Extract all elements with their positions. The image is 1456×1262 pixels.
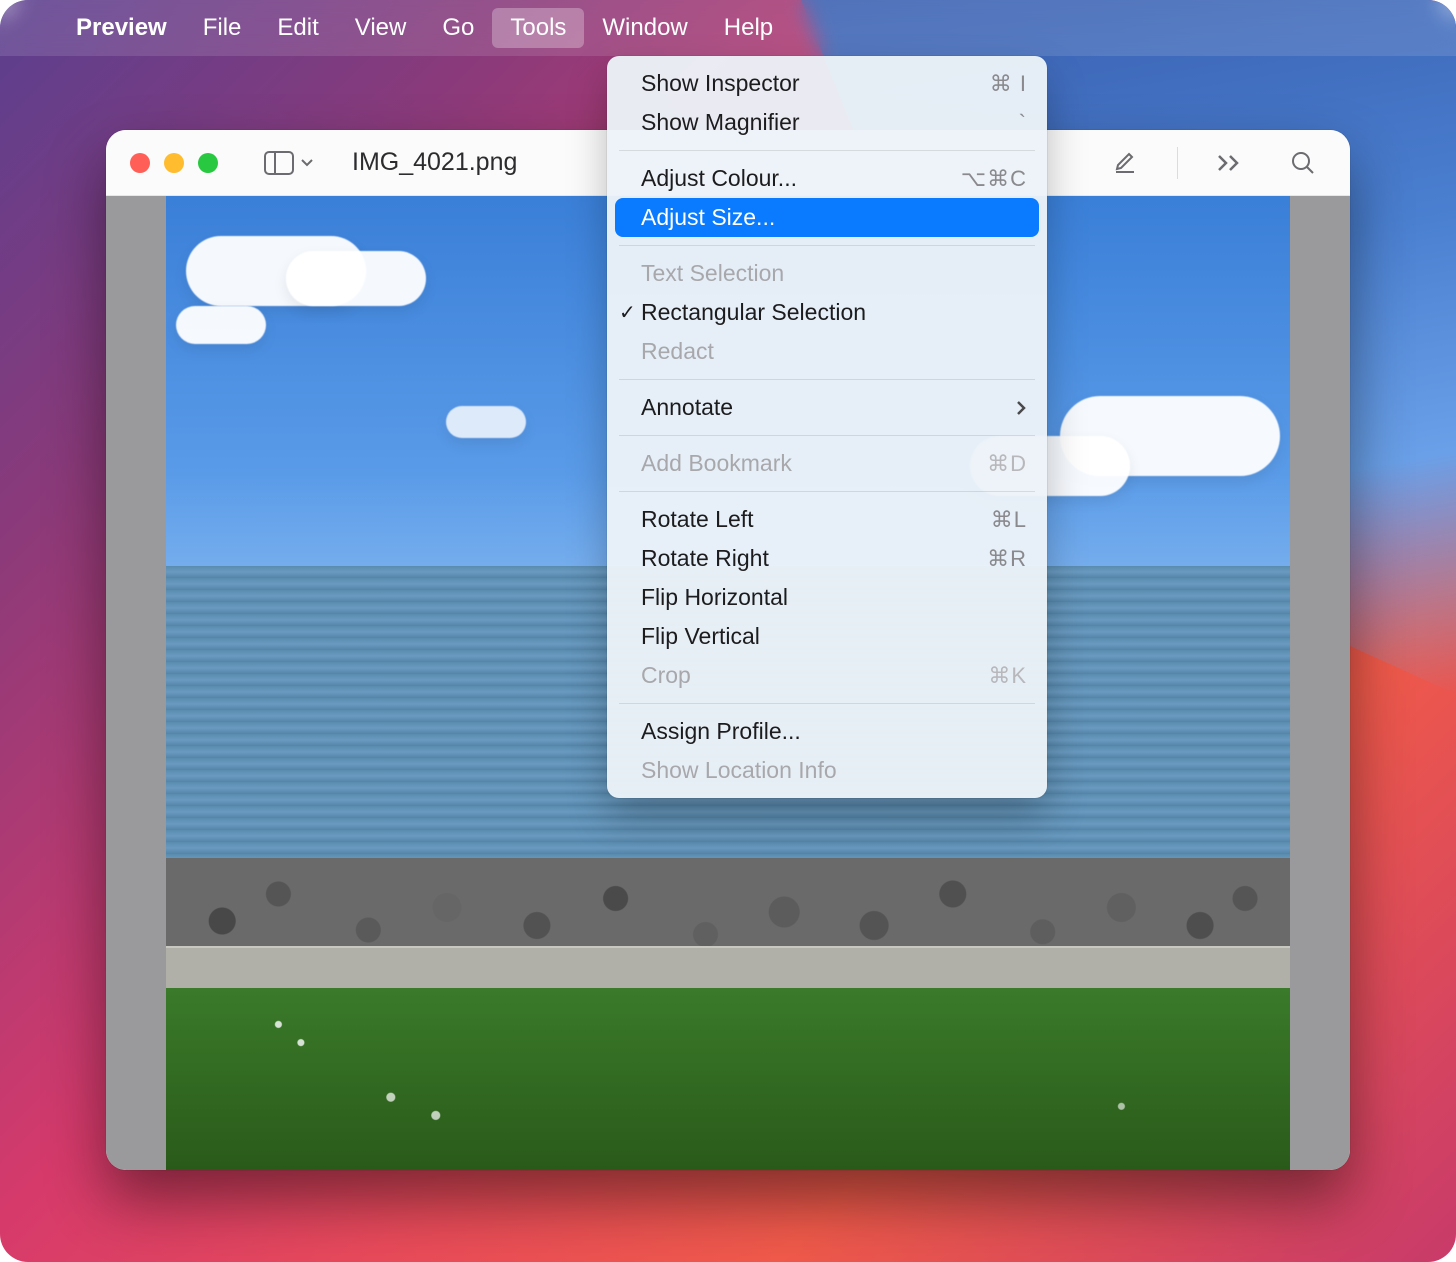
menu-item-add-bookmark: Add Bookmark⌘D	[607, 444, 1047, 483]
minimize-button[interactable]	[164, 153, 184, 173]
menu-item-show-magnifier[interactable]: Show Magnifier`	[607, 103, 1047, 142]
menu-separator	[619, 150, 1035, 151]
toolbar-overflow-button[interactable]	[1206, 147, 1252, 179]
sidebar-icon	[264, 151, 294, 175]
menu-item-label: Crop	[641, 662, 988, 689]
menu-item-crop: Crop⌘K	[607, 656, 1047, 695]
menu-item-label: Rotate Right	[641, 545, 987, 572]
menubar-item-edit[interactable]: Edit	[259, 8, 336, 48]
menu-item-rotate-left[interactable]: Rotate Left⌘L	[607, 500, 1047, 539]
menu-item-shortcut: `	[1019, 110, 1027, 136]
search-icon	[1290, 150, 1316, 176]
window-title: IMG_4021.png	[352, 148, 517, 177]
apple-menu[interactable]	[14, 9, 58, 47]
menu-item-label: Show Location Info	[641, 757, 1027, 784]
menu-separator	[619, 435, 1035, 436]
menu-separator	[619, 703, 1035, 704]
menu-item-label: Show Inspector	[641, 70, 990, 97]
menu-item-rotate-right[interactable]: Rotate Right⌘R	[607, 539, 1047, 578]
menu-item-annotate[interactable]: Annotate	[607, 388, 1047, 427]
menubar-item-file[interactable]: File	[185, 8, 260, 48]
menu-item-label: Rectangular Selection	[641, 299, 1027, 326]
markup-button[interactable]	[1101, 143, 1149, 183]
checkmark-icon: ✓	[619, 300, 636, 325]
menu-item-adjust-size[interactable]: Adjust Size...	[615, 198, 1039, 237]
menu-separator	[619, 245, 1035, 246]
chevron-right-icon	[1015, 399, 1027, 417]
menu-separator	[619, 379, 1035, 380]
menu-item-label: Flip Vertical	[641, 623, 1027, 650]
menu-item-text-selection: Text Selection	[607, 254, 1047, 293]
menu-item-flip-horizontal[interactable]: Flip Horizontal	[607, 578, 1047, 617]
menubar-item-window[interactable]: Window	[584, 8, 705, 48]
menu-item-shortcut: ⌘R	[987, 546, 1027, 572]
pencil-icon	[1111, 149, 1139, 177]
menu-item-label: Add Bookmark	[641, 450, 987, 477]
tools-dropdown-menu: Show Inspector⌘ IShow Magnifier`Adjust C…	[607, 56, 1047, 798]
zoom-button[interactable]	[198, 153, 218, 173]
menu-item-redact: Redact	[607, 332, 1047, 371]
menu-item-show-inspector[interactable]: Show Inspector⌘ I	[607, 64, 1047, 103]
menu-item-assign-profile[interactable]: Assign Profile...	[607, 712, 1047, 751]
menubar-item-go[interactable]: Go	[424, 8, 492, 48]
sidebar-toggle-button[interactable]	[254, 145, 324, 181]
menu-item-label: Redact	[641, 338, 1027, 365]
menu-item-label: Flip Horizontal	[641, 584, 1027, 611]
desktop: Preview File Edit View Go Tools Window H…	[0, 0, 1456, 1262]
menu-item-show-location-info: Show Location Info	[607, 751, 1047, 790]
menu-item-label: Adjust Size...	[641, 204, 1027, 231]
menu-item-label: Rotate Left	[641, 506, 991, 533]
menu-item-label: Annotate	[641, 394, 1015, 421]
menubar-item-view[interactable]: View	[337, 8, 425, 48]
menu-item-flip-vertical[interactable]: Flip Vertical	[607, 617, 1047, 656]
menu-item-shortcut: ⌘D	[987, 451, 1027, 477]
traffic-lights	[130, 153, 218, 173]
menu-item-label: Show Magnifier	[641, 109, 1019, 136]
menu-item-label: Text Selection	[641, 260, 1027, 287]
search-button[interactable]	[1280, 144, 1326, 182]
menu-item-shortcut: ⌘L	[991, 507, 1027, 533]
menu-item-shortcut: ⌘K	[988, 663, 1027, 689]
chevrons-right-icon	[1216, 153, 1242, 173]
close-button[interactable]	[130, 153, 150, 173]
menubar: Preview File Edit View Go Tools Window H…	[0, 0, 1456, 56]
menubar-item-tools[interactable]: Tools	[492, 8, 584, 48]
menu-separator	[619, 491, 1035, 492]
toolbar-separator	[1177, 147, 1178, 179]
menubar-item-help[interactable]: Help	[706, 8, 791, 48]
menu-item-label: Assign Profile...	[641, 718, 1027, 745]
menu-item-shortcut: ⌥⌘C	[961, 166, 1027, 192]
menubar-app-name[interactable]: Preview	[58, 8, 185, 48]
menu-item-shortcut: ⌘ I	[990, 71, 1027, 97]
menu-item-label: Adjust Colour...	[641, 165, 961, 192]
chevron-down-icon	[300, 158, 314, 168]
menu-item-rectangular-selection[interactable]: ✓Rectangular Selection	[607, 293, 1047, 332]
menu-item-adjust-colour[interactable]: Adjust Colour...⌥⌘C	[607, 159, 1047, 198]
